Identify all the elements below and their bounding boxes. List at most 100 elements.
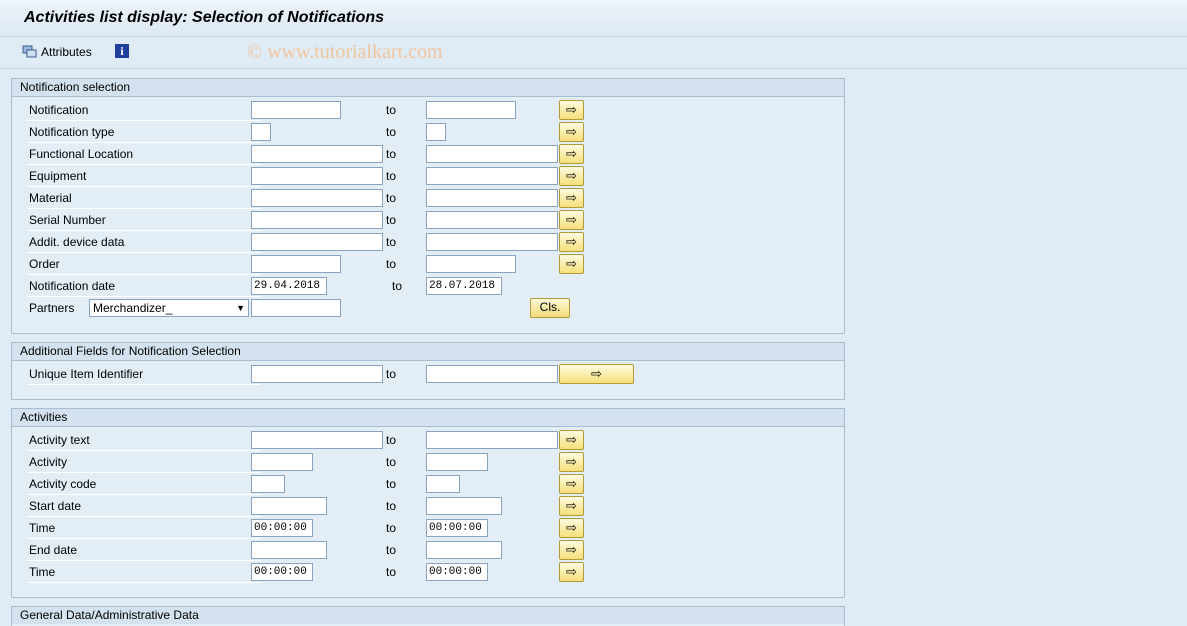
partner-input[interactable] (251, 299, 341, 317)
row-end-time: Time 00:00:00 to 00:00:00 ⇨ (12, 561, 844, 583)
to-label: to (392, 279, 403, 293)
activity-code-from-input[interactable] (251, 475, 285, 493)
multiple-selection-button[interactable]: ⇨ (559, 232, 584, 252)
order-to-input[interactable] (426, 255, 516, 273)
serial-number-from-input[interactable] (251, 211, 383, 229)
addit-device-data-to-input[interactable] (426, 233, 558, 251)
multiple-selection-button[interactable]: ⇨ (559, 210, 584, 230)
multiple-selection-button[interactable]: ⇨ (559, 144, 584, 164)
to-label: to (386, 499, 397, 513)
notification-type-to-input[interactable] (426, 123, 446, 141)
group-header: Notification selection (12, 79, 844, 97)
row-addit-device-data: Addit. device data to ⇨ (12, 231, 844, 253)
multiple-selection-arrow-icon: ⇨ (566, 168, 577, 183)
multiple-selection-arrow-icon: ⇨ (566, 234, 577, 249)
multiple-selection-arrow-icon: ⇨ (566, 498, 577, 513)
row-notification-date: Notification date 29.04.2018 to 28.07.20… (12, 275, 844, 297)
info-button[interactable]: i (115, 44, 129, 58)
multiple-selection-button[interactable]: ⇨ (559, 540, 584, 560)
start-time-to-input[interactable]: 00:00:00 (426, 519, 488, 537)
end-time-from-input[interactable]: 00:00:00 (251, 563, 313, 581)
field-label: Serial Number (27, 211, 261, 231)
notification-date-to-input[interactable]: 28.07.2018 (426, 277, 502, 295)
additional-fields-group: Additional Fields for Notification Selec… (11, 342, 845, 400)
equipment-to-input[interactable] (426, 167, 558, 185)
to-label: to (386, 477, 397, 491)
cls-button[interactable]: Cls. (530, 298, 570, 318)
notification-date-from-input[interactable]: 29.04.2018 (251, 277, 327, 295)
material-from-input[interactable] (251, 189, 383, 207)
activity-text-to-input[interactable] (426, 431, 558, 449)
order-from-input[interactable] (251, 255, 341, 273)
page-title: Activities list display: Selection of No… (24, 9, 385, 26)
multiple-selection-button[interactable]: ⇨ (559, 430, 584, 450)
watermark: © www.tutorialkart.com (247, 41, 443, 63)
activity-to-input[interactable] (426, 453, 488, 471)
row-activity-text: Activity text to ⇨ (12, 429, 844, 451)
to-label: to (386, 433, 397, 447)
attributes-button[interactable]: Attributes (22, 45, 92, 59)
end-date-to-input[interactable] (426, 541, 502, 559)
field-label: Start date (27, 497, 261, 517)
multiple-selection-button[interactable]: ⇨ (559, 100, 584, 120)
serial-number-to-input[interactable] (426, 211, 558, 229)
field-label: Notification date (27, 277, 261, 297)
notification-selection-group: Notification selection Notification to ⇨… (11, 78, 845, 334)
start-date-to-input[interactable] (426, 497, 502, 515)
start-time-from-input[interactable]: 00:00:00 (251, 519, 313, 537)
title-bar: Activities list display: Selection of No… (0, 0, 1187, 37)
row-notification: Notification to ⇨ (12, 99, 844, 121)
unique-item-identifier-from-input[interactable] (251, 365, 383, 383)
multiple-selection-button[interactable]: ⇨ (559, 364, 634, 384)
material-to-input[interactable] (426, 189, 558, 207)
addit-device-data-from-input[interactable] (251, 233, 383, 251)
row-activity: Activity to ⇨ (12, 451, 844, 473)
row-activity-code: Activity code to ⇨ (12, 473, 844, 495)
activity-text-from-input[interactable] (251, 431, 383, 449)
multiple-selection-button[interactable]: ⇨ (559, 518, 584, 538)
notification-from-input[interactable] (251, 101, 341, 119)
group-header: General Data/Administrative Data (12, 607, 844, 624)
multiple-selection-arrow-icon: ⇨ (566, 102, 577, 117)
partner-function-dropdown[interactable]: Merchandizer_ ▼ (89, 299, 249, 317)
multiple-selection-arrow-icon: ⇨ (566, 542, 577, 557)
field-label: Notification (27, 101, 261, 121)
start-date-from-input[interactable] (251, 497, 327, 515)
chevron-down-icon: ▼ (236, 303, 245, 313)
to-label: to (386, 543, 397, 557)
multiple-selection-button[interactable]: ⇨ (559, 474, 584, 494)
group-header: Additional Fields for Notification Selec… (12, 343, 844, 361)
functional-location-to-input[interactable] (426, 145, 558, 163)
activity-code-to-input[interactable] (426, 475, 460, 493)
multiple-selection-arrow-icon: ⇨ (566, 476, 577, 491)
to-label: to (386, 235, 397, 249)
multiple-selection-button[interactable]: ⇨ (559, 496, 584, 516)
activity-from-input[interactable] (251, 453, 313, 471)
multiple-selection-button[interactable]: ⇨ (559, 166, 584, 186)
row-material: Material to ⇨ (12, 187, 844, 209)
field-label: Time (27, 519, 261, 539)
multiple-selection-arrow-icon: ⇨ (566, 146, 577, 161)
to-label: to (386, 521, 397, 535)
to-label: to (386, 257, 397, 271)
functional-location-from-input[interactable] (251, 145, 383, 163)
multiple-selection-button[interactable]: ⇨ (559, 188, 584, 208)
multiple-selection-button[interactable]: ⇨ (559, 452, 584, 472)
field-label: Activity text (27, 431, 261, 451)
unique-item-identifier-to-input[interactable] (426, 365, 558, 383)
to-label: to (386, 455, 397, 469)
multiple-selection-arrow-icon: ⇨ (566, 564, 577, 579)
field-label: Equipment (27, 167, 261, 187)
notification-type-from-input[interactable] (251, 123, 271, 141)
equipment-from-input[interactable] (251, 167, 383, 185)
row-start-time: Time 00:00:00 to 00:00:00 ⇨ (12, 517, 844, 539)
end-date-from-input[interactable] (251, 541, 327, 559)
end-time-to-input[interactable]: 00:00:00 (426, 563, 488, 581)
multiple-selection-arrow-icon: ⇨ (566, 212, 577, 227)
multiple-selection-arrow-icon: ⇨ (566, 454, 577, 469)
multiple-selection-button[interactable]: ⇨ (559, 122, 584, 142)
notification-to-input[interactable] (426, 101, 516, 119)
multiple-selection-button[interactable]: ⇨ (559, 562, 584, 582)
row-functional-location: Functional Location to ⇨ (12, 143, 844, 165)
multiple-selection-button[interactable]: ⇨ (559, 254, 584, 274)
